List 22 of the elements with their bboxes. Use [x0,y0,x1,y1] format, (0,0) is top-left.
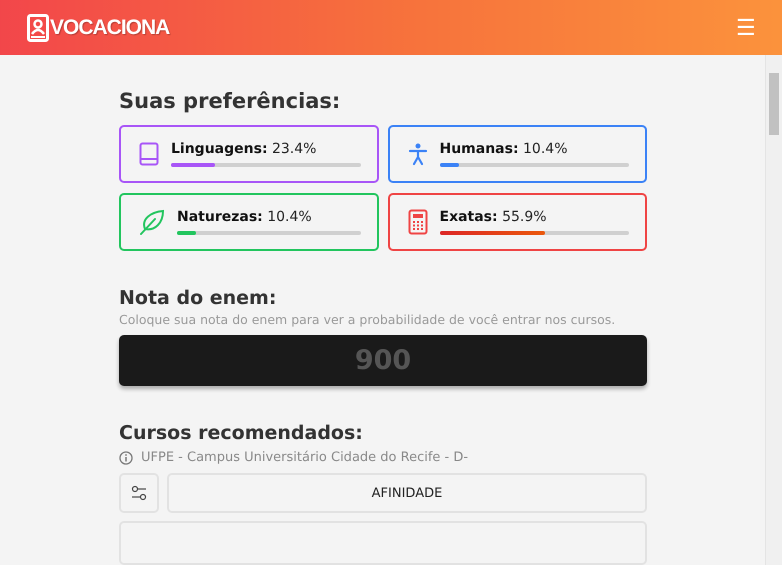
sort-button[interactable]: AFINIDADE [167,473,647,513]
preference-label: Naturezas: 10.4% [177,209,313,225]
app-logo[interactable]: VOCACIONA [50,16,170,40]
section-title: Cursos recomendados: [119,422,364,444]
leaf-icon [139,209,165,235]
calculator-icon [408,209,428,235]
filter-button[interactable] [119,473,159,513]
preference-label: Humanas: 10.4% [440,141,569,157]
section-title: Suas preferências: [119,89,342,113]
info-icon [119,450,133,464]
preference-label: Exatas: 55.9% [440,209,548,225]
scrollbar[interactable] [765,55,782,565]
menu-button[interactable]: ☰ [736,16,756,38]
book-icon [139,142,159,166]
filter-icon [131,485,147,501]
score-input[interactable]: 900 [119,335,647,386]
hint-text: Coloque sua nota do enem para ver a probabilidade de você entrar nos cursos. [119,311,616,329]
preference-label: Linguagens: 23.4% [171,141,318,157]
section-title: Nota do enem: [119,287,278,309]
campus-text: UFPE - Campus Universitário Cidade do Recife - D- [141,450,468,465]
logo-icon [27,14,49,42]
person-icon [408,142,428,166]
